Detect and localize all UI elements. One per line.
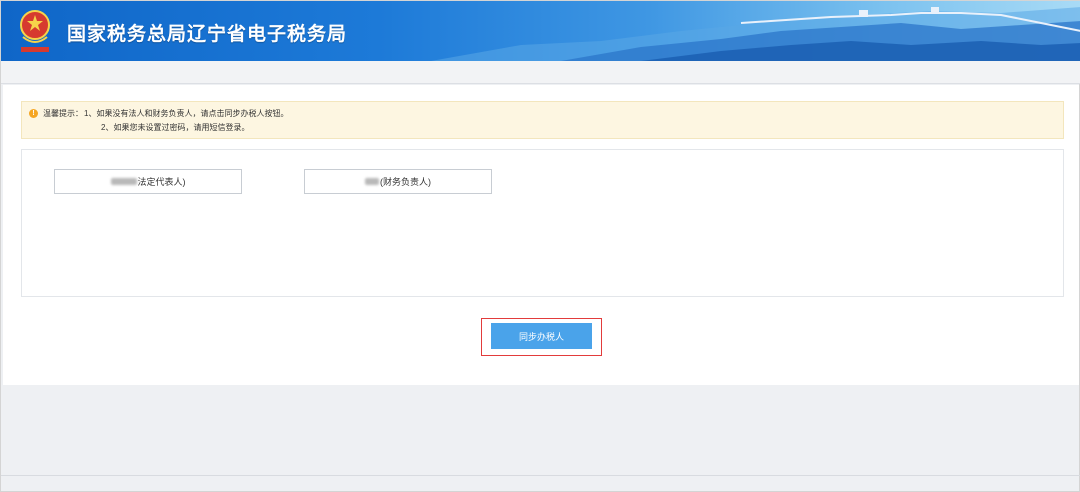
nav-strip <box>1 61 1080 84</box>
taxpayer-list-box: 法定代表人) (财务负责人) <box>21 149 1064 297</box>
finance-manager-button[interactable]: (财务负责人) <box>304 169 492 194</box>
notice-line-1: 1、如果没有法人和财务负责人，请点击同步办税人按钮。 <box>84 109 289 118</box>
sync-taxpayer-button[interactable]: 同步办税人 <box>491 323 592 349</box>
site-title: 国家税务总局辽宁省电子税务局 <box>67 23 348 45</box>
redacted-name <box>110 178 137 185</box>
legal-representative-button[interactable]: 法定代表人) <box>54 169 242 194</box>
redacted-name <box>365 178 379 185</box>
person-role-label: (财务负责人) <box>380 177 431 187</box>
person-role-label: 法定代表人) <box>137 177 186 187</box>
notice-line-2: 2、如果您未设置过密码，请用短信登录。 <box>101 123 250 132</box>
site-header: 国家税务总局辽宁省电子税务局 <box>1 1 1080 61</box>
notice-label: 温馨提示： <box>43 109 83 118</box>
warning-dot-icon: ! <box>29 109 38 118</box>
main-panel: ! 温馨提示： 1、如果没有法人和财务负责人，请点击同步办税人按钮。 2、如果您… <box>3 85 1079 385</box>
footer-divider <box>1 475 1080 476</box>
page-frame: 国家税务总局辽宁省电子税务局 ! 温馨提示： 1、如果没有法人和财务负责人，请点… <box>0 0 1080 492</box>
notice-banner: ! 温馨提示： 1、如果没有法人和财务负责人，请点击同步办税人按钮。 2、如果您… <box>21 101 1064 139</box>
tax-bureau-emblem-icon <box>15 7 55 55</box>
